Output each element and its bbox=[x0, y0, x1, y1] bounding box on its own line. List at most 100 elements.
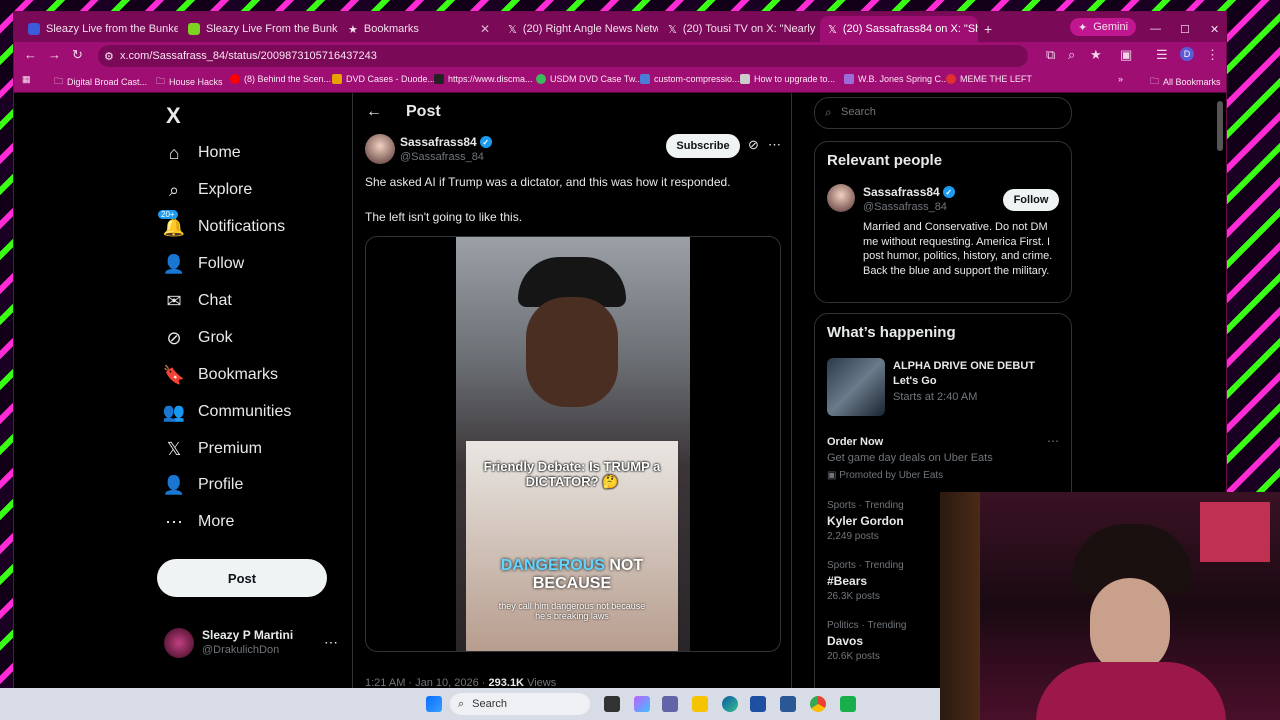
nav-follow[interactable]: 👤 Follow bbox=[163, 246, 244, 282]
avatar bbox=[164, 628, 194, 658]
maximize-button[interactable]: ☐ bbox=[1172, 16, 1194, 42]
taskbar-search[interactable]: ⌕ Search bbox=[450, 693, 590, 715]
bookmark-item[interactable]: USDM DVD Case Tw... bbox=[536, 74, 642, 84]
nav-grok[interactable]: ⊘ Grok bbox=[164, 320, 232, 356]
address-bar[interactable]: ⚙ x.com/Sassafrass_84/status/20098731057… bbox=[98, 45, 1028, 67]
nav-bookmarks[interactable]: 🔖 Bookmarks bbox=[163, 357, 278, 393]
author-name[interactable]: Sassafrass84 ✓ bbox=[400, 135, 492, 149]
subscribe-button[interactable]: Subscribe bbox=[666, 134, 740, 158]
bookmark-item[interactable]: custom-compressio... bbox=[640, 74, 740, 84]
author-handle: @Sassafrass_84 bbox=[400, 151, 484, 163]
bookmark-item[interactable]: (8) Behind the Scen... bbox=[230, 74, 331, 84]
windows-start-icon[interactable] bbox=[426, 696, 442, 712]
more-dots-icon[interactable]: ⋯ bbox=[324, 634, 338, 651]
new-tab-button[interactable]: + bbox=[976, 16, 1000, 42]
scrollbar[interactable] bbox=[1217, 101, 1223, 151]
webcam-person-jacket bbox=[1036, 662, 1226, 720]
extensions-icon[interactable]: ☰ bbox=[1156, 47, 1168, 63]
trend-item[interactable]: Sports · Trending Kyler Gordon 2,249 pos… bbox=[827, 500, 904, 542]
promo-title[interactable]: Order Now bbox=[827, 436, 883, 448]
store-icon[interactable] bbox=[750, 696, 766, 712]
nav-home[interactable]: ⌂ Home bbox=[164, 135, 241, 171]
site-icon bbox=[332, 74, 342, 84]
minimize-button[interactable]: — bbox=[1142, 16, 1164, 42]
task-view-icon[interactable] bbox=[604, 696, 620, 712]
nav-premium[interactable]: 𝕏 Premium bbox=[164, 431, 262, 467]
notification-badge: 20+ bbox=[158, 210, 178, 219]
verified-icon: ✓ bbox=[942, 186, 955, 198]
bookmark-item[interactable]: How to upgrade to... bbox=[740, 74, 835, 84]
file-explorer-icon[interactable] bbox=[692, 696, 708, 712]
grok-icon[interactable]: ⊘ bbox=[748, 137, 759, 153]
site-icon bbox=[434, 74, 444, 84]
nav-explore[interactable]: ⌕ Explore bbox=[164, 172, 252, 208]
gemini-button[interactable]: ✦ Gemini bbox=[1070, 18, 1136, 36]
author-avatar[interactable] bbox=[365, 134, 395, 164]
search-icon: ⌕ bbox=[458, 697, 465, 710]
post-text: She asked AI if Trump was a dictator, an… bbox=[365, 175, 731, 189]
app-icon[interactable] bbox=[780, 696, 796, 712]
video-player[interactable]: Friendly Debate: Is TRUMP a DICTATOR? 🤔 … bbox=[365, 236, 781, 652]
follow-button[interactable]: Follow bbox=[1003, 189, 1059, 211]
obs-icon[interactable] bbox=[840, 696, 856, 712]
nav-notifications[interactable]: 🔔 20+ Notifications bbox=[158, 209, 285, 245]
star-icon: ★ bbox=[348, 23, 358, 36]
tab-4[interactable]: 𝕏(20) Right Angle News Network✕ bbox=[500, 16, 658, 42]
x-premium-icon: 𝕏 bbox=[166, 438, 182, 459]
bookmark-item[interactable]: DVD Cases - Duode... bbox=[332, 74, 435, 84]
nav-more[interactable]: ⋯ More bbox=[164, 504, 234, 540]
apps-grid-icon[interactable]: ▦ bbox=[22, 74, 31, 85]
bookmark-item[interactable]: MEME THE LEFT bbox=[946, 74, 1032, 84]
zoom-icon[interactable]: ⌕ bbox=[1068, 47, 1075, 63]
reload-icon[interactable]: ↻ bbox=[72, 47, 83, 63]
person-name[interactable]: Sassafrass84 ✓ bbox=[863, 185, 955, 199]
post-button[interactable]: Post bbox=[157, 559, 327, 597]
teams-icon[interactable] bbox=[662, 696, 678, 712]
tab-2[interactable]: Sleazy Live From the Bunker 1/✕ bbox=[180, 16, 338, 42]
trend-item[interactable]: Politics · Trending Davos 20.6K posts bbox=[827, 620, 906, 662]
tab-3[interactable]: ★ Bookmarks ✕ bbox=[340, 16, 498, 42]
folder-icon: 🗀 bbox=[1150, 76, 1160, 86]
bookmark-star-icon[interactable]: ★ bbox=[1090, 47, 1102, 63]
chrome-icon[interactable] bbox=[810, 696, 826, 712]
install-icon[interactable]: ⧉ bbox=[1046, 47, 1055, 63]
person-avatar[interactable] bbox=[827, 184, 855, 212]
event-image[interactable] bbox=[827, 358, 885, 416]
profile-avatar[interactable]: D bbox=[1180, 47, 1194, 61]
nav-profile[interactable]: 👤 Profile bbox=[163, 467, 244, 503]
account-switcher[interactable]: Sleazy P Martini @DrakulichDon ⋯ bbox=[164, 626, 354, 660]
close-window-button[interactable]: ✕ bbox=[1202, 16, 1224, 42]
back-arrow-icon[interactable]: ← bbox=[366, 103, 382, 121]
search-input[interactable]: ⌕ Search bbox=[814, 97, 1072, 129]
more-dots-icon[interactable]: ⋯ bbox=[768, 137, 781, 153]
more-dots-icon[interactable]: ⋯ bbox=[1047, 434, 1059, 448]
tab-1[interactable]: Sleazy Live from the Bunker 1/1✕ bbox=[20, 16, 178, 42]
copilot-icon[interactable] bbox=[634, 696, 650, 712]
divider bbox=[352, 93, 353, 688]
search-icon: ⌕ bbox=[168, 179, 180, 200]
bookshelf bbox=[940, 492, 980, 720]
menu-dots-icon[interactable]: ⋮ bbox=[1206, 47, 1219, 63]
sidepanel-icon[interactable]: ▣ bbox=[1120, 47, 1132, 63]
bookmark-item[interactable]: W.B. Jones Spring C... bbox=[844, 74, 949, 84]
back-arrow-icon[interactable]: ← bbox=[24, 47, 37, 62]
tab-5[interactable]: 𝕏(20) Tousi TV on X: "Nearly 24 h✕ bbox=[660, 16, 818, 42]
site-info-icon[interactable]: ⚙ bbox=[104, 50, 114, 63]
x-logo-icon[interactable]: X bbox=[166, 103, 181, 129]
bookmark-item[interactable]: 🗀 House Hacks bbox=[156, 74, 223, 90]
video-caption-big: DANGEROUS NOT BECAUSE bbox=[500, 557, 644, 592]
nav-communities[interactable]: 👥 Communities bbox=[163, 394, 292, 430]
video-caption-small: they call him dangerous not because he's… bbox=[498, 601, 646, 621]
folder-icon: 🗀 bbox=[54, 76, 64, 86]
tab-6-active[interactable]: 𝕏(20) Sassafrass84 on X: "She🔊✕ bbox=[820, 16, 978, 42]
close-tab-icon[interactable]: ✕ bbox=[480, 22, 490, 36]
more-bookmarks-icon[interactable]: » bbox=[1118, 74, 1123, 84]
all-bookmarks[interactable]: 🗀 All Bookmarks bbox=[1150, 74, 1221, 90]
edge-icon[interactable] bbox=[722, 696, 738, 712]
bookmark-item[interactable]: https://www.discma... bbox=[434, 74, 533, 84]
nav-chat[interactable]: ✉ Chat bbox=[164, 283, 231, 319]
bookmark-item[interactable]: 🗀 Digital Broad Cast... bbox=[54, 74, 147, 90]
forward-arrow-icon[interactable]: → bbox=[48, 47, 61, 62]
poster bbox=[1200, 502, 1270, 562]
trend-item[interactable]: Sports · Trending #Bears 26.3K posts bbox=[827, 560, 904, 602]
